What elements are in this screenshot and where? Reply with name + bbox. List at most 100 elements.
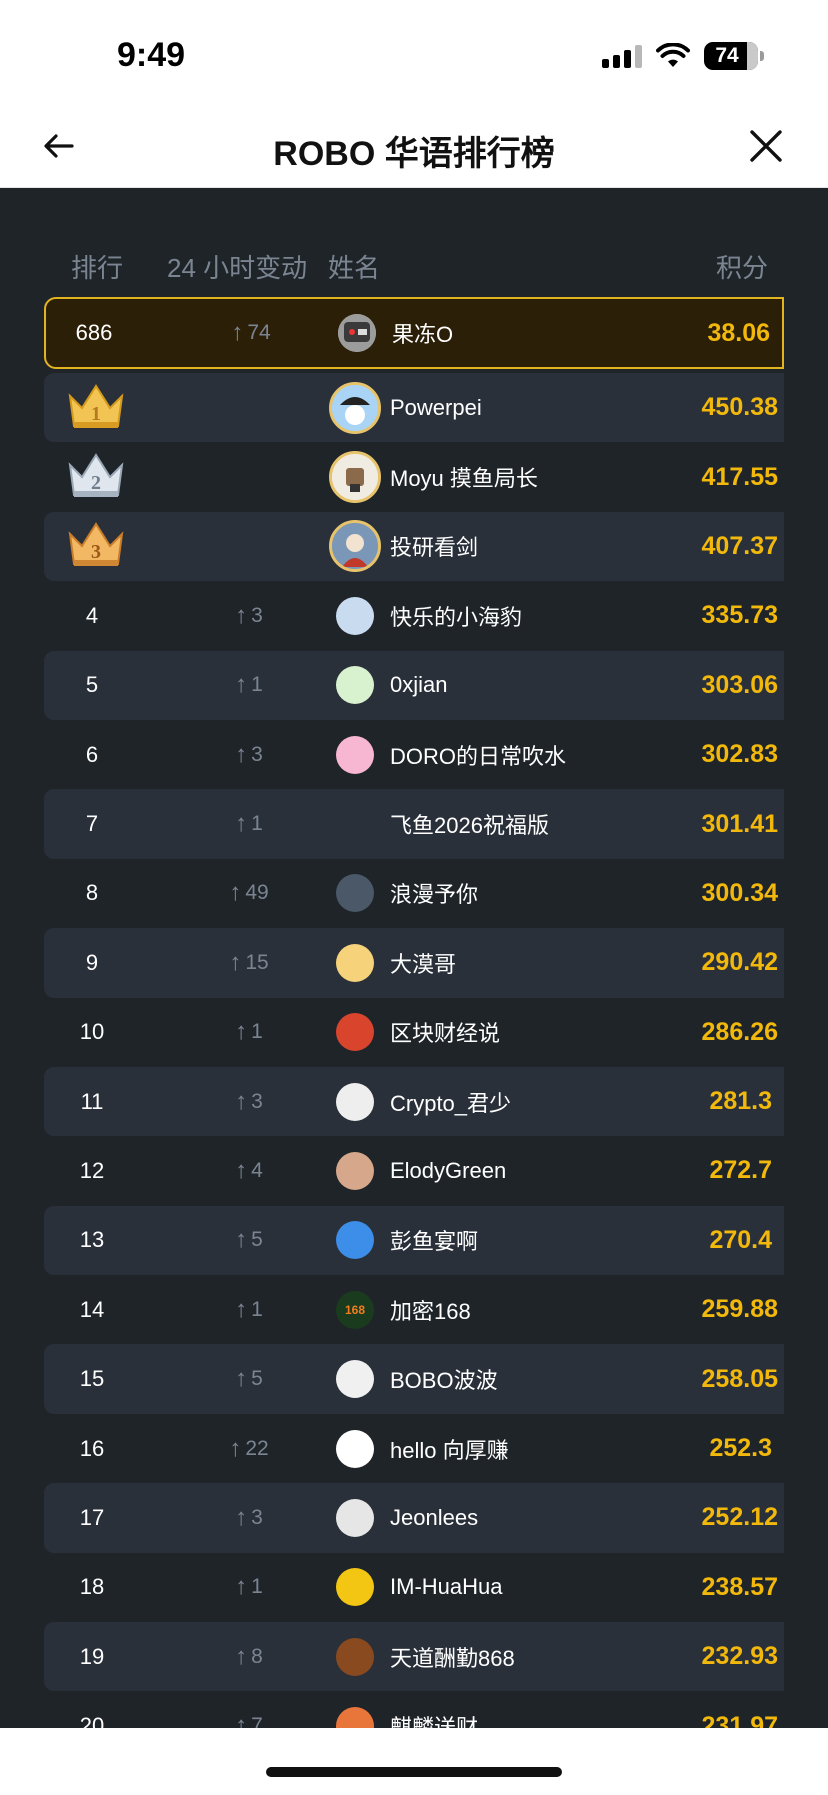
change-value: 3	[251, 1089, 263, 1113]
up-arrow-icon: ↑	[235, 1226, 248, 1254]
user-name: 天道酬勤868	[390, 1645, 515, 1671]
user-name: Moyu 摸鱼局长	[390, 466, 538, 492]
leaderboard-row[interactable]: 12 ↑ 4 ElodyGreen 272.7	[44, 1136, 784, 1205]
rank-number: 11	[80, 1088, 104, 1114]
avatar	[329, 381, 381, 434]
user-name: Jeonlees	[390, 1504, 479, 1530]
leaderboard-row[interactable]: 16 ↑ 22 hello 向厚赚 252.3	[44, 1414, 784, 1483]
avatar	[336, 1498, 374, 1537]
rank-number: 4	[85, 602, 99, 628]
leaderboard-row[interactable]: 9 ↑ 15 大漠哥 290.42	[44, 928, 784, 998]
leaderboard-row[interactable]: 18 ↑ 1 IM-HuaHua 238.57	[44, 1553, 784, 1622]
score-value: 232.93	[701, 1642, 778, 1671]
avatar	[336, 1221, 374, 1260]
leaderboard-row[interactable]: 20 ↑ 7 麒麟送财 231.97	[44, 1691, 784, 1728]
user-name: 区块财经说	[390, 1021, 501, 1047]
up-arrow-icon: ↑	[231, 319, 244, 346]
score-value: 270.4	[709, 1225, 772, 1254]
rank-number: 8	[85, 880, 99, 906]
rank-number: 9	[85, 949, 99, 975]
avatar	[336, 943, 374, 982]
leaderboard-row[interactable]: 11 ↑ 3 Crypto_君少 281.3	[44, 1066, 784, 1137]
close-icon[interactable]	[744, 124, 788, 168]
rank-change: ↑ 5	[194, 1206, 304, 1275]
leaderboard-row[interactable]: 13 ↑ 5 彭鱼宴啊 270.4	[44, 1205, 784, 1276]
avatar	[336, 666, 374, 705]
leaderboard-row[interactable]: 7 ↑ 1 飞鱼2026祝福版 301.41	[44, 789, 784, 859]
home-indicator[interactable]	[266, 1767, 562, 1777]
rank-number: 13	[79, 1227, 105, 1253]
score-value: 417.55	[701, 462, 778, 491]
avatar	[336, 1360, 374, 1399]
change-value: 8	[251, 1644, 263, 1668]
pirate-avatar-icon	[332, 384, 378, 431]
up-arrow-icon: ↑	[235, 1712, 248, 1728]
avatar	[338, 314, 376, 352]
rank-number: 17	[79, 1504, 105, 1530]
leaderboard-row[interactable]: 8 ↑ 49 浪漫予你 300.34	[44, 859, 784, 928]
rank-change: ↑ 4	[194, 1136, 304, 1205]
avatar	[336, 1429, 374, 1468]
up-arrow-icon: ↑	[235, 740, 248, 768]
leaderboard-row[interactable]: 4 ↑ 3 快乐的小海豹 335.73	[44, 581, 784, 650]
leaderboard-row[interactable]: 6 ↑ 3 DORO的日常吹水 302.83	[44, 720, 784, 789]
status-icons: 74	[602, 40, 764, 72]
change-value: 4	[251, 1158, 263, 1182]
up-arrow-icon: ↑	[235, 1087, 248, 1115]
leaderboard-row[interactable]: 14 ↑ 1 168 加密168 259.88	[44, 1275, 784, 1344]
user-name: 彭鱼宴啊	[390, 1229, 479, 1255]
leaderboard-row-1[interactable]: 1 Powerpei 450.38	[44, 373, 784, 443]
up-arrow-icon: ↑	[229, 948, 242, 976]
leaderboard-list: 686 ↑ 74 果冻O 38.06 1 Powerpei 450.38 2 M…	[44, 297, 784, 1728]
user-name: 快乐的小海豹	[390, 604, 523, 630]
score-value: 252.12	[701, 1503, 778, 1532]
up-arrow-icon: ↑	[235, 1642, 248, 1670]
leaderboard-content[interactable]: 排行 24 小时变动 姓名 积分 686 ↑ 74 果冻O 38.06 1 Po…	[0, 188, 828, 1728]
change-value: 7	[251, 1714, 263, 1728]
rank-change: ↑ 1	[194, 998, 304, 1067]
score-value: 335.73	[701, 601, 778, 630]
change-value: 15	[245, 950, 269, 974]
rank-number: 12	[79, 1157, 105, 1183]
avatar	[336, 805, 374, 844]
score-value: 252.3	[709, 1434, 772, 1463]
rank-change: ↑ 5	[194, 1344, 304, 1413]
nav-bar: ROBO 华语排行榜	[0, 104, 828, 188]
avatar	[336, 1082, 374, 1121]
leaderboard-row[interactable]: 10 ↑ 1 区块财经说 286.26	[44, 998, 784, 1067]
leaderboard-row-2[interactable]: 2 Moyu 摸鱼局长 417.55	[44, 442, 784, 511]
score-value: 258.05	[701, 1364, 778, 1393]
header-score: 积分	[715, 253, 768, 283]
rank-change: ↑ 74	[196, 299, 306, 367]
score-value: 238.57	[701, 1572, 778, 1601]
change-value: 3	[251, 603, 263, 627]
user-name: hello 向厚赚	[390, 1437, 509, 1463]
battery-icon: 74	[704, 42, 764, 70]
rank-change: ↑ 1	[194, 1275, 304, 1344]
up-arrow-icon: ↑	[235, 601, 248, 629]
rank-number: 6	[85, 741, 99, 767]
leaderboard-row[interactable]: 5 ↑ 1 0xjian 303.06	[44, 650, 784, 720]
user-name: DORO的日常吹水	[390, 743, 567, 769]
rank-change: ↑ 15	[194, 928, 304, 997]
rank-change: ↑ 8	[194, 1622, 304, 1691]
leaderboard-row-3[interactable]: 3 投研看剑 407.37	[44, 511, 784, 582]
score-value: 38.06	[707, 318, 770, 347]
score-value: 272.7	[709, 1156, 772, 1185]
avatar	[336, 874, 374, 913]
rank-change: ↑ 3	[194, 1067, 304, 1136]
rank-number: 18	[79, 1574, 105, 1600]
rank-change: ↑ 1	[194, 1553, 304, 1622]
up-arrow-icon: ↑	[235, 1365, 248, 1393]
user-name: 0xjian	[390, 672, 448, 698]
avatar	[336, 735, 374, 774]
user-name: 果冻O	[392, 322, 454, 347]
leaderboard-row[interactable]: 17 ↑ 3 Jeonlees 252.12	[44, 1483, 784, 1553]
leaderboard-row[interactable]: 19 ↑ 8 天道酬勤868 232.93	[44, 1622, 784, 1692]
bronze-crown-icon: 3	[68, 522, 124, 567]
leaderboard-row[interactable]: 15 ↑ 5 BOBO波波 258.05	[44, 1344, 784, 1414]
rank-change: ↑ 3	[194, 581, 304, 650]
header-name: 姓名	[328, 253, 381, 283]
my-rank-row[interactable]: 686 ↑ 74 果冻O 38.06	[44, 297, 784, 369]
rank-number: 20	[79, 1713, 105, 1728]
